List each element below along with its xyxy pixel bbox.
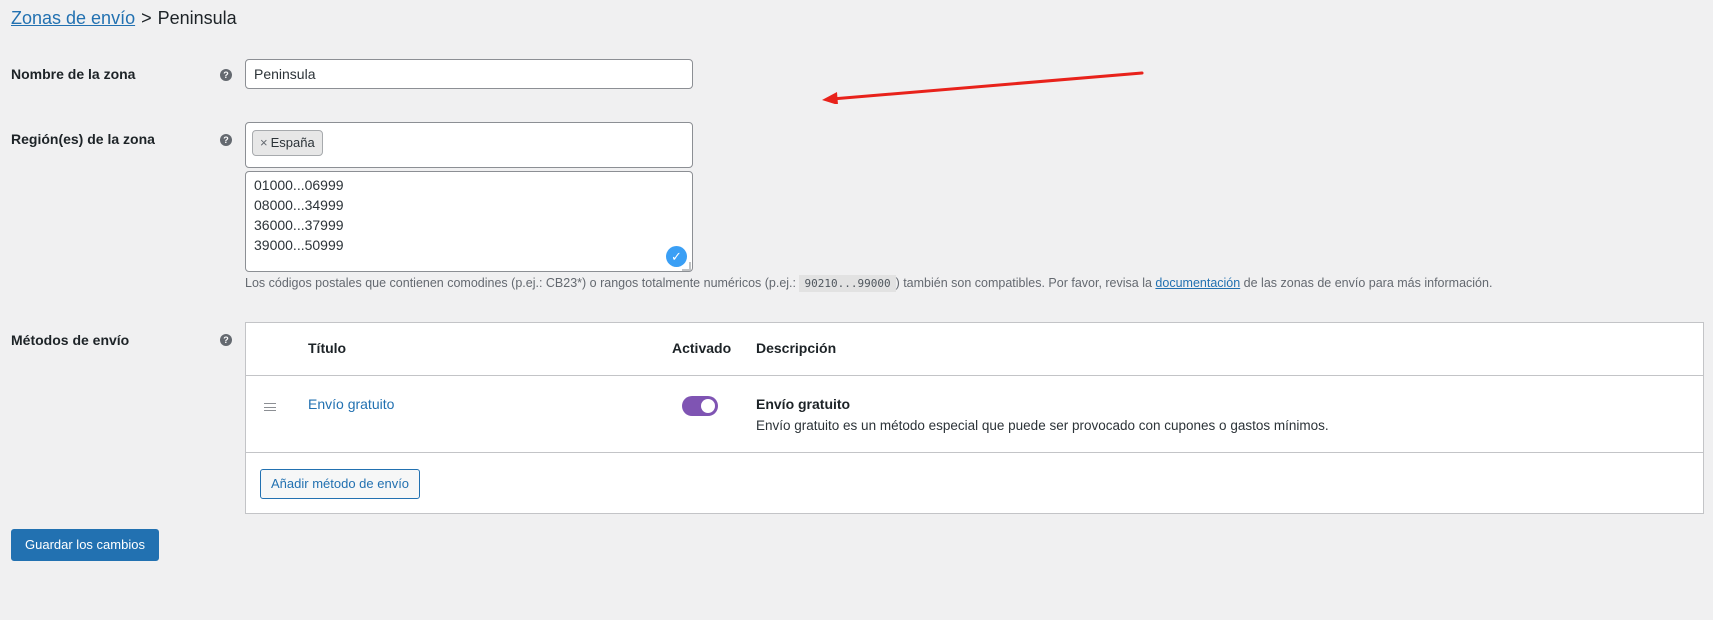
shipping-methods-label: Métodos de envío (11, 332, 130, 348)
table-row: Envío gratuito Envío gratuito Envío grat… (246, 376, 1703, 453)
postcode-example-code: 90210...99000 (799, 275, 896, 292)
breadcrumb: Zonas de envío > Peninsula (11, 5, 237, 31)
zone-name-label: Nombre de la zona (11, 66, 136, 82)
method-enabled-toggle[interactable] (682, 396, 718, 416)
region-select[interactable]: × España (245, 122, 693, 168)
resize-handle-icon[interactable] (682, 262, 691, 271)
annotation-arrow-icon (822, 71, 1144, 104)
shipping-methods-table: Título Activado Descripción Envío gratui… (245, 322, 1704, 514)
shipping-methods-help-icon[interactable]: ? (220, 334, 232, 346)
table-header: Título Activado Descripción (246, 323, 1703, 376)
method-description-title: Envío gratuito (756, 396, 851, 412)
breadcrumb-shipping-zones-link[interactable]: Zonas de envío (11, 8, 135, 28)
column-description: Descripción (756, 340, 837, 356)
column-enabled: Activado (672, 340, 732, 356)
zone-regions-label: Región(es) de la zona (11, 131, 155, 147)
postcode-help-part3: de las zonas de envío para más informaci… (1240, 276, 1493, 290)
postcode-help-part2: ) también son compatibles. Por favor, re… (895, 276, 1156, 290)
documentation-link[interactable]: documentación (1155, 276, 1240, 290)
zone-regions-help-icon[interactable]: ? (220, 134, 232, 146)
region-chip: × España (252, 130, 323, 156)
column-title: Título (308, 340, 347, 356)
postcode-help-text: Los códigos postales que contienen comod… (245, 273, 1685, 294)
method-title-link[interactable]: Envío gratuito (308, 396, 394, 412)
method-description-text: Envío gratuito es un método especial que… (756, 418, 1329, 433)
postcode-help-part1: Los códigos postales que contienen comod… (245, 276, 800, 290)
postcodes-textarea[interactable]: 01000...06999 08000...34999 36000...3799… (245, 171, 693, 272)
toggle-knob (701, 399, 715, 413)
drag-handle-icon[interactable] (264, 403, 276, 411)
chip-remove-icon[interactable]: × (260, 135, 268, 150)
region-chip-label: España (270, 135, 315, 150)
shipping-zone-page: Zonas de envío > Peninsula Nombre de la zo… (0, 0, 1713, 620)
save-changes-button[interactable]: Guardar los cambios (11, 529, 159, 561)
zone-name-input[interactable] (245, 59, 693, 89)
breadcrumb-current: Peninsula (157, 8, 237, 28)
add-shipping-method-button[interactable]: Añadir método de envío (260, 469, 421, 499)
breadcrumb-separator: > (141, 8, 152, 28)
zone-name-help-icon[interactable]: ? (220, 69, 232, 81)
